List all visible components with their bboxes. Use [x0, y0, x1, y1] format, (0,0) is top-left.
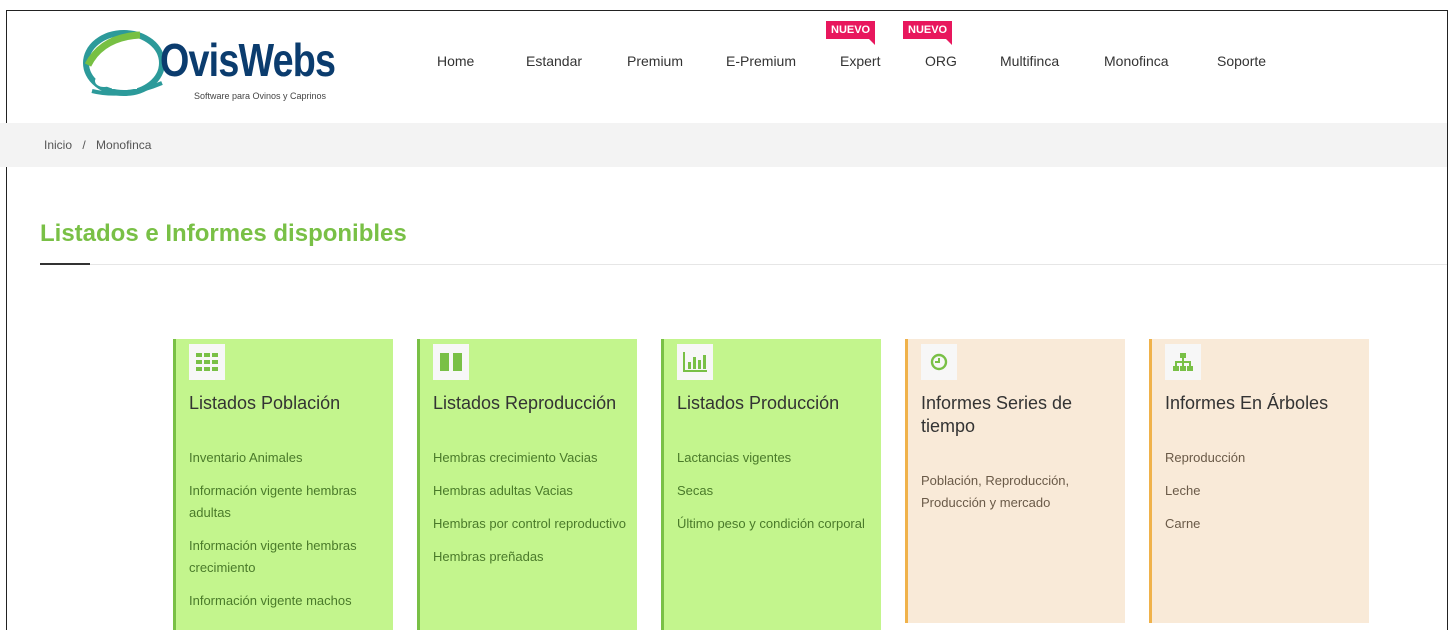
new-badge: NUEVO	[903, 21, 953, 45]
card-informes-series-tiempo: Informes Series de tiempo Población, Rep…	[905, 339, 1125, 623]
page: OvisWebs Software para Ovinos y Caprinos…	[0, 0, 1451, 630]
nav-soporte[interactable]: Soporte	[1217, 53, 1266, 69]
link-leche[interactable]: Leche	[1165, 480, 1365, 502]
link-carne[interactable]: Carne	[1165, 513, 1365, 535]
grid-icon	[189, 344, 225, 380]
bar-chart-icon	[677, 344, 713, 380]
section-divider-accent	[40, 263, 90, 265]
section-title: Listados e Informes disponibles	[40, 220, 407, 247]
nav-e-premium[interactable]: E-Premium	[726, 53, 796, 69]
card-title: Listados Reproducción	[433, 393, 617, 413]
breadcrumb-home[interactable]: Inicio	[44, 138, 72, 152]
link-lactancias-vigentes[interactable]: Lactancias vigentes	[677, 447, 877, 469]
brand-tagline: Software para Ovinos y Caprinos	[194, 91, 327, 101]
link-hembras-adultas-vacias[interactable]: Hembras adultas Vacias	[433, 480, 633, 502]
nav-home[interactable]: Home	[437, 53, 474, 69]
card-listados-reproduccion: Listados Reproducción Hembras crecimient…	[417, 339, 637, 630]
sheep-logo-icon	[83, 30, 165, 96]
nav-org-label: ORG	[925, 53, 957, 69]
card-title: Listados Población	[189, 393, 341, 413]
card-listados-poblacion: Listados Población Inventario Animales I…	[173, 339, 393, 630]
breadcrumb: Inicio / Monofinca	[44, 138, 151, 152]
new-badge: NUEVO	[826, 21, 876, 45]
columns-icon	[433, 344, 469, 380]
card-links: Reproducción Leche Carne	[1165, 447, 1365, 546]
link-ultimo-peso[interactable]: Último peso y condición corporal	[677, 513, 877, 535]
link-hembras-control-reproductivo[interactable]: Hembras por control reproductivo	[433, 513, 633, 535]
breadcrumb-current: Monofinca	[96, 138, 152, 152]
breadcrumb-separator: /	[82, 138, 86, 152]
link-hembras-prenadas[interactable]: Hembras preñadas	[433, 546, 633, 568]
nav-expert[interactable]: NUEVO Expert	[826, 21, 881, 69]
link-info-hembras-crecimiento[interactable]: Información vigente hembras crecimiento	[189, 535, 389, 579]
nav-monofinca[interactable]: Monofinca	[1104, 53, 1169, 69]
card-links: Inventario Animales Información vigente …	[189, 447, 389, 623]
link-info-machos[interactable]: Información vigente machos	[189, 590, 389, 612]
site-header: OvisWebs Software para Ovinos y Caprinos…	[7, 11, 1447, 123]
link-info-hembras-adultas[interactable]: Información vigente hembras adultas	[189, 480, 389, 524]
nav-expert-label: Expert	[840, 53, 881, 69]
link-reproduccion[interactable]: Reproducción	[1165, 447, 1365, 469]
card-informes-arboles: Informes En Árboles Reproducción Leche C…	[1149, 339, 1369, 623]
frame-border-right	[1447, 10, 1448, 630]
brand-logo[interactable]: OvisWebs Software para Ovinos y Caprinos	[82, 25, 352, 105]
nav-org[interactable]: NUEVO ORG	[903, 21, 957, 69]
clock-icon	[921, 344, 957, 380]
nav-premium[interactable]: Premium	[627, 53, 683, 69]
nav-multifinca[interactable]: Multifinca	[1000, 53, 1059, 69]
card-links: Hembras crecimiento Vacias Hembras adult…	[433, 447, 633, 579]
card-title: Informes Series de tiempo	[921, 393, 1073, 436]
nav-estandar[interactable]: Estandar	[526, 53, 582, 69]
breadcrumb-bar: Inicio / Monofinca	[0, 123, 1447, 167]
section-divider	[40, 264, 1447, 265]
card-links: Lactancias vigentes Secas Último peso y …	[677, 447, 877, 546]
card-links: Población, Reproducción, Producción y me…	[921, 470, 1121, 525]
link-secas[interactable]: Secas	[677, 480, 877, 502]
link-poblacion-reproduccion-produccion[interactable]: Población, Reproducción, Producción y me…	[921, 470, 1121, 514]
brand-name: OvisWebs	[160, 34, 336, 86]
card-title: Informes En Árboles	[1165, 393, 1329, 413]
link-hembras-crecimiento-vacias[interactable]: Hembras crecimiento Vacias	[433, 447, 633, 469]
sitemap-icon	[1165, 344, 1201, 380]
link-inventario-animales[interactable]: Inventario Animales	[189, 447, 389, 469]
card-listados-produccion: Listados Producción Lactancias vigentes …	[661, 339, 881, 630]
card-title: Listados Producción	[677, 393, 840, 413]
